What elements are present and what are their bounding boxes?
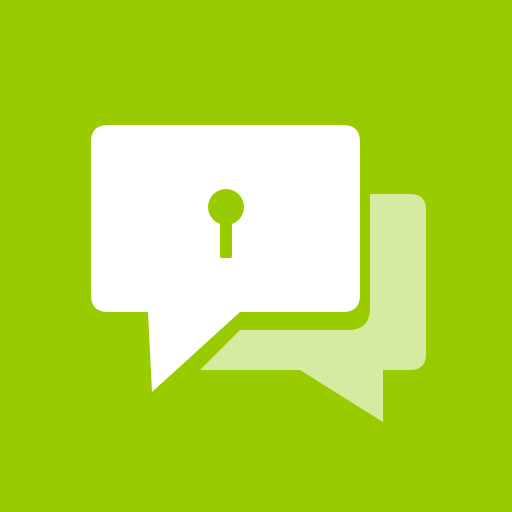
- app-icon: [0, 0, 512, 512]
- secure-chat-icon: [0, 0, 512, 512]
